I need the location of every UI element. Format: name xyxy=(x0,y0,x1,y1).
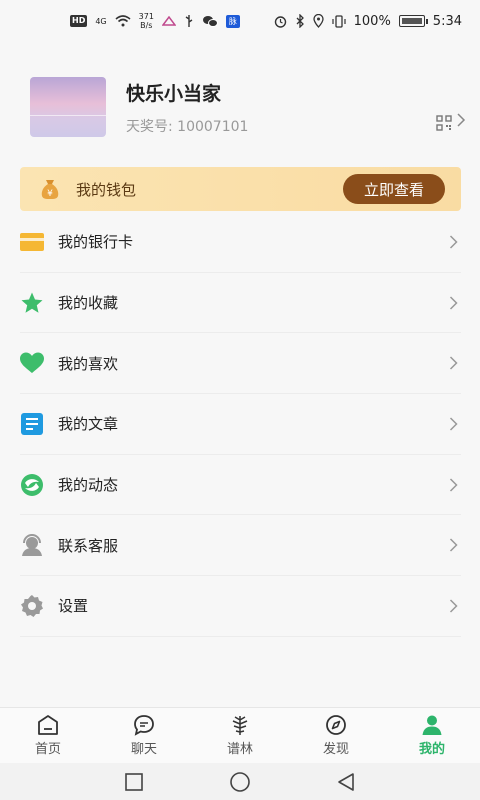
wallet-banner[interactable]: ¥ 我的钱包 立即查看 xyxy=(20,167,461,211)
status-bar: HD 4G 371 B/s 脉 100% 5:34 xyxy=(0,0,480,42)
settings-icon xyxy=(20,594,44,618)
tab-discover[interactable]: 发现 xyxy=(288,714,384,757)
profile-header[interactable]: 快乐小当家 天奖号: 10007101 xyxy=(30,77,470,137)
wechat-icon xyxy=(202,16,218,27)
chat-icon xyxy=(134,715,154,736)
menu-item-likes[interactable]: 我的喜欢 xyxy=(20,333,461,395)
tab-label: 我的 xyxy=(418,742,445,757)
bluetooth-icon xyxy=(296,14,304,28)
user-id-label: 天奖号: xyxy=(126,118,173,135)
status-right: 100% 5:34 xyxy=(274,14,462,29)
star-icon xyxy=(20,291,44,315)
chevron-right-icon xyxy=(449,296,458,310)
tab-home[interactable]: 首页 xyxy=(0,714,96,757)
tree-icon xyxy=(232,716,248,735)
tab-label: 首页 xyxy=(34,742,61,757)
tab-label: 发现 xyxy=(322,742,349,757)
bank-card-icon xyxy=(20,230,44,254)
user-id-value: 10007101 xyxy=(177,118,249,135)
battery-icon xyxy=(398,15,428,27)
recent-apps-button[interactable] xyxy=(122,770,146,794)
menu-item-bank-card[interactable]: 我的银行卡 xyxy=(20,212,461,273)
avatar[interactable] xyxy=(30,77,106,137)
clock: 5:34 xyxy=(432,13,462,29)
person-icon xyxy=(422,715,442,735)
tab-mine[interactable]: 我的 xyxy=(384,714,480,757)
profile-text: 快乐小当家 天奖号: 10007101 xyxy=(126,79,436,136)
status-left: HD 4G 371 B/s 脉 xyxy=(70,12,240,30)
menu-label: 设置 xyxy=(58,597,89,616)
document-icon xyxy=(20,412,44,436)
heart-icon xyxy=(20,351,44,375)
customer-service-icon xyxy=(20,533,44,557)
menu-item-settings[interactable]: 设置 xyxy=(20,576,461,637)
home-icon xyxy=(38,715,58,735)
net-speed-value: 371 xyxy=(138,12,154,21)
menu-label: 我的银行卡 xyxy=(58,233,134,252)
home-button[interactable] xyxy=(228,770,252,794)
moments-icon xyxy=(20,473,44,497)
menu-list: 我的银行卡 我的收藏 我的喜欢 我的文章 我的动态 联系客服 设置 xyxy=(20,212,461,637)
circle-icon xyxy=(230,771,250,792)
chevron-right-icon xyxy=(449,538,458,552)
net-speed: 371 B/s xyxy=(139,12,154,30)
user-id: 天奖号: 10007101 xyxy=(126,116,436,136)
wallet-label: 我的钱包 xyxy=(76,180,137,199)
triangle-back-icon xyxy=(338,772,354,791)
tab-chat[interactable]: 聊天 xyxy=(96,714,192,757)
network-type: 4G xyxy=(95,16,107,26)
battery-percent: 100% xyxy=(353,13,391,29)
svg-text:¥: ¥ xyxy=(47,189,53,199)
wifi-icon xyxy=(115,15,131,27)
location-icon xyxy=(312,14,324,28)
menu-item-moments[interactable]: 我的动态 xyxy=(20,455,461,516)
net-speed-unit: B/s xyxy=(140,21,153,30)
bottom-tab-bar: 首页 聊天 谱林 发现 我的 xyxy=(0,707,480,763)
usb-icon xyxy=(185,15,193,27)
app-notification-icon xyxy=(161,16,176,26)
menu-label: 我的喜欢 xyxy=(58,354,119,373)
alarm-icon xyxy=(274,15,286,28)
back-button[interactable] xyxy=(334,770,358,794)
chevron-right-icon xyxy=(449,356,458,370)
menu-label: 我的文章 xyxy=(58,415,119,434)
view-wallet-button[interactable]: 立即查看 xyxy=(343,174,445,204)
square-icon xyxy=(125,772,143,791)
tab-label: 聊天 xyxy=(130,742,157,757)
vibrate-icon xyxy=(332,14,346,28)
tab-tree[interactable]: 谱林 xyxy=(192,714,288,757)
menu-item-customer-service[interactable]: 联系客服 xyxy=(20,515,461,577)
system-nav-bar xyxy=(0,763,480,800)
hd-badge: HD xyxy=(70,15,88,27)
tab-label: 谱林 xyxy=(226,742,253,757)
menu-label: 我的收藏 xyxy=(58,294,119,313)
qr-code-icon[interactable] xyxy=(436,115,452,131)
menu-label: 联系客服 xyxy=(58,536,119,555)
chevron-right-icon xyxy=(449,417,458,431)
money-bag-icon: ¥ xyxy=(41,180,59,199)
chevron-right-icon[interactable] xyxy=(456,113,466,127)
menu-item-favorites[interactable]: 我的收藏 xyxy=(20,273,461,334)
app-badge: 脉 xyxy=(225,14,240,28)
compass-icon xyxy=(326,715,346,735)
chevron-right-icon xyxy=(449,478,458,492)
menu-label: 我的动态 xyxy=(58,476,119,495)
chevron-right-icon xyxy=(449,599,458,613)
username: 快乐小当家 xyxy=(126,82,222,105)
menu-item-articles[interactable]: 我的文章 xyxy=(20,394,461,455)
chevron-right-icon xyxy=(449,235,458,249)
